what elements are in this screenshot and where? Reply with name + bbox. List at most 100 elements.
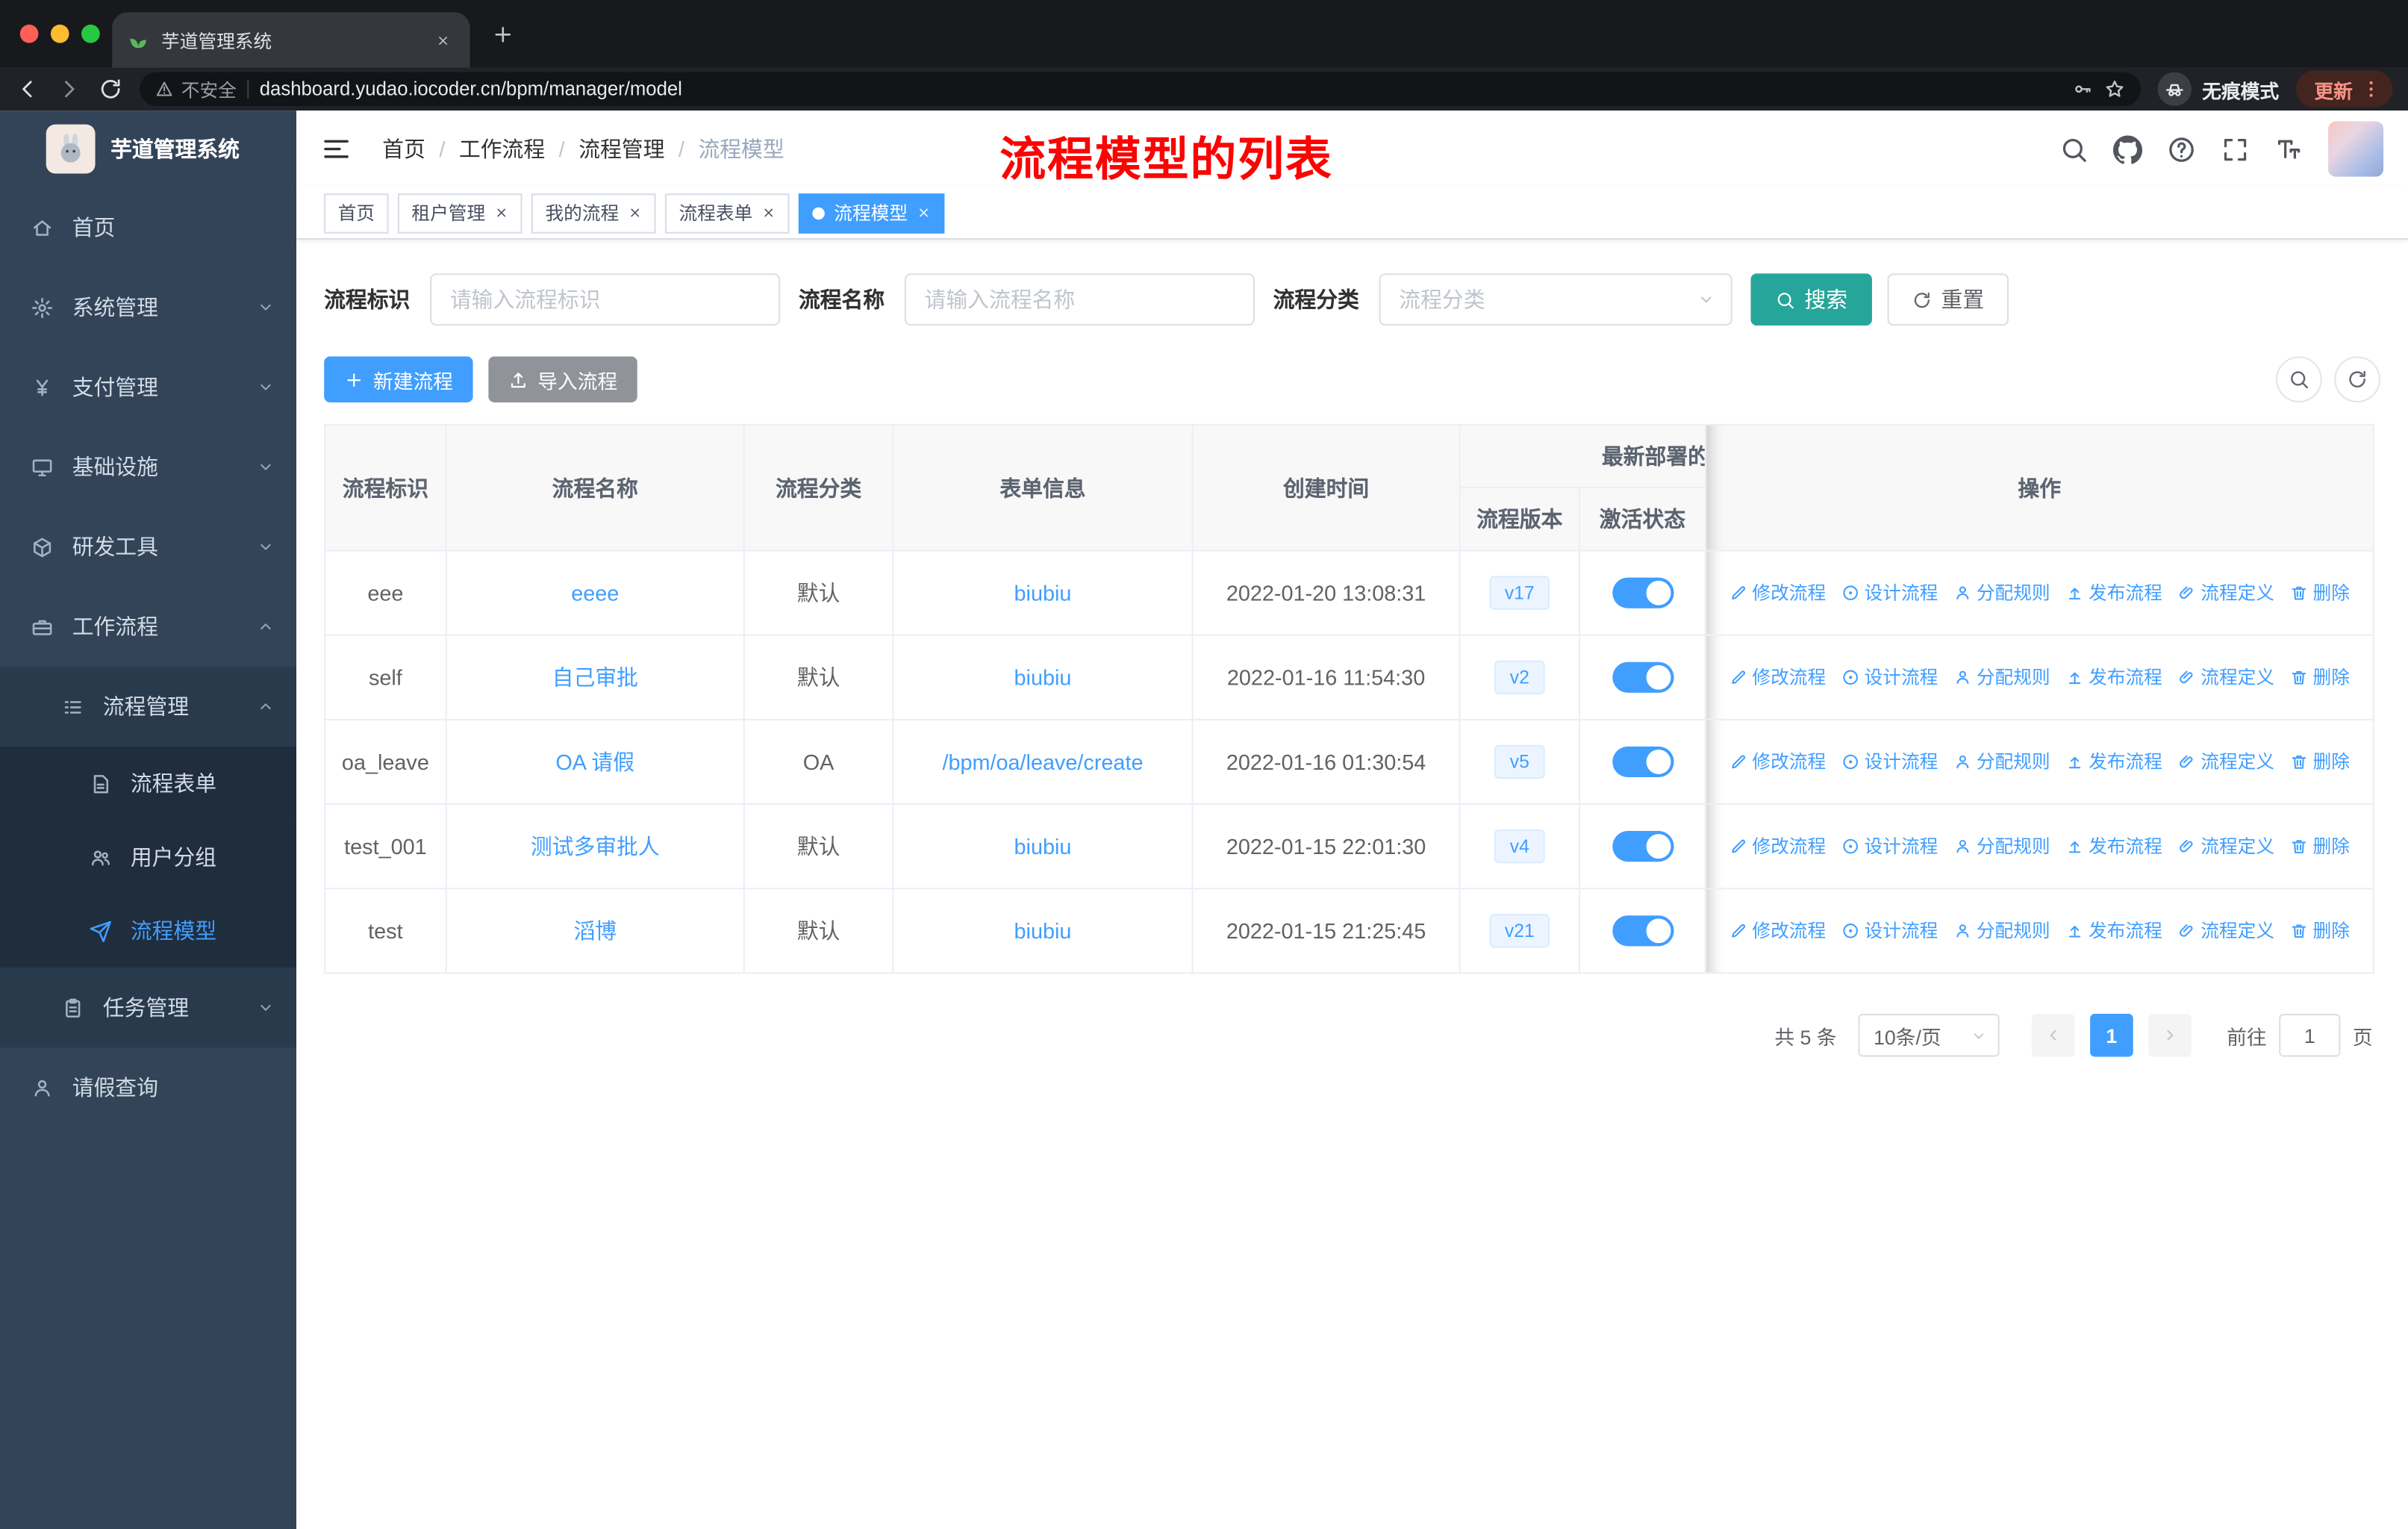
- sidebar-item-workflow[interactable]: 工作流程: [0, 587, 296, 667]
- close-window-button[interactable]: [19, 24, 39, 43]
- github-icon[interactable]: [2113, 134, 2142, 164]
- search-icon[interactable]: [2059, 134, 2089, 164]
- bookmark-star-icon[interactable]: [2104, 78, 2126, 100]
- model-name-link[interactable]: 自己审批: [552, 665, 638, 690]
- op-delete[interactable]: 删除: [2290, 918, 2350, 944]
- close-icon[interactable]: [762, 206, 776, 220]
- op-delete[interactable]: 删除: [2290, 748, 2350, 774]
- op-design-process[interactable]: 设计流程: [1841, 833, 1938, 859]
- op-publish-process[interactable]: 发布流程: [2065, 833, 2162, 859]
- sidebar-item-process-management[interactable]: 流程管理: [0, 666, 297, 747]
- op-assign-rule[interactable]: 分配规则: [1953, 918, 2050, 944]
- zoom-window-button[interactable]: [81, 24, 100, 43]
- sidebar-item-process-form[interactable]: 流程表单: [0, 746, 297, 820]
- close-icon[interactable]: [917, 206, 931, 220]
- op-design-process[interactable]: 设计流程: [1841, 579, 1938, 605]
- op-assign-rule[interactable]: 分配规则: [1953, 664, 2050, 690]
- sidebar-item-user-group[interactable]: 用户分组: [0, 820, 297, 894]
- op-design-process[interactable]: 设计流程: [1841, 748, 1938, 774]
- forward-button[interactable]: [57, 77, 81, 102]
- tag-process-model[interactable]: 流程模型: [798, 193, 945, 233]
- tab-close-icon[interactable]: [430, 28, 455, 52]
- op-publish-process[interactable]: 发布流程: [2065, 664, 2162, 690]
- op-publish-process[interactable]: 发布流程: [2065, 918, 2162, 944]
- new-tab-button[interactable]: [491, 23, 514, 46]
- op-edit-process[interactable]: 修改流程: [1729, 748, 1826, 774]
- op-process-definition[interactable]: 流程定义: [2177, 918, 2274, 944]
- op-process-definition[interactable]: 流程定义: [2177, 833, 2274, 859]
- collapse-sidebar-icon[interactable]: [321, 134, 352, 164]
- op-edit-process[interactable]: 修改流程: [1729, 918, 1826, 944]
- password-key-icon[interactable]: [2071, 78, 2093, 100]
- create-process-button[interactable]: 新建流程: [324, 356, 473, 403]
- active-toggle[interactable]: [1612, 577, 1674, 608]
- import-process-button[interactable]: 导入流程: [488, 356, 637, 403]
- version-badge[interactable]: v21: [1489, 914, 1550, 948]
- active-toggle[interactable]: [1612, 915, 1674, 947]
- op-edit-process[interactable]: 修改流程: [1729, 833, 1826, 859]
- op-publish-process[interactable]: 发布流程: [2065, 748, 2162, 774]
- tag-my-process[interactable]: 我的流程: [531, 193, 656, 233]
- sidebar-item-infrastructure[interactable]: 基础设施: [0, 427, 296, 507]
- version-badge[interactable]: v5: [1494, 744, 1545, 779]
- active-toggle[interactable]: [1612, 831, 1674, 862]
- search-button[interactable]: 搜索: [1750, 273, 1872, 326]
- sidebar-item-leave-query[interactable]: 请假查询: [0, 1047, 296, 1127]
- op-publish-process[interactable]: 发布流程: [2065, 579, 2162, 605]
- sidebar-item-payment[interactable]: 支付管理: [0, 347, 296, 427]
- version-badge[interactable]: v17: [1489, 576, 1550, 610]
- sidebar-item-task-management[interactable]: 任务管理: [0, 968, 297, 1048]
- tag-process-form[interactable]: 流程表单: [664, 193, 790, 233]
- form-link[interactable]: /bpm/oa/leave/create: [942, 750, 1143, 774]
- op-edit-process[interactable]: 修改流程: [1729, 664, 1826, 690]
- security-indicator[interactable]: 不安全: [155, 76, 237, 102]
- prev-page-button[interactable]: [2031, 1013, 2075, 1057]
- op-assign-rule[interactable]: 分配规则: [1953, 748, 2050, 774]
- op-delete[interactable]: 删除: [2290, 833, 2350, 859]
- tag-tenant[interactable]: 租户管理: [397, 193, 523, 233]
- op-design-process[interactable]: 设计流程: [1841, 918, 1938, 944]
- process-name-input[interactable]: [904, 273, 1255, 326]
- op-process-definition[interactable]: 流程定义: [2177, 579, 2274, 605]
- op-process-definition[interactable]: 流程定义: [2177, 748, 2274, 774]
- close-icon[interactable]: [495, 206, 509, 220]
- sidebar-item-home[interactable]: 首页: [0, 187, 296, 267]
- op-delete[interactable]: 删除: [2290, 579, 2350, 605]
- active-toggle[interactable]: [1612, 661, 1674, 693]
- model-name-link[interactable]: 滔博: [573, 918, 617, 943]
- breadcrumb-process-management[interactable]: 流程管理: [578, 134, 664, 164]
- fullscreen-icon[interactable]: [2221, 134, 2250, 164]
- model-name-link[interactable]: eeee: [571, 581, 619, 605]
- op-design-process[interactable]: 设计流程: [1841, 664, 1938, 690]
- op-edit-process[interactable]: 修改流程: [1729, 579, 1826, 605]
- next-page-button[interactable]: [2148, 1013, 2192, 1057]
- reload-button[interactable]: [99, 77, 123, 102]
- browser-tab[interactable]: 芋道管理系统: [112, 12, 470, 68]
- goto-page-input[interactable]: [2279, 1013, 2341, 1057]
- minimize-window-button[interactable]: [50, 24, 69, 43]
- reset-button[interactable]: 重置: [1887, 273, 2009, 326]
- version-badge[interactable]: v2: [1494, 660, 1545, 694]
- sidebar-item-devtools[interactable]: 研发工具: [0, 507, 296, 587]
- back-button[interactable]: [16, 77, 40, 102]
- op-process-definition[interactable]: 流程定义: [2177, 664, 2274, 690]
- font-size-icon[interactable]: [2274, 134, 2303, 164]
- version-badge[interactable]: v4: [1494, 829, 1545, 864]
- kebab-menu-icon[interactable]: [2360, 78, 2382, 100]
- sidebar-item-process-model[interactable]: 流程模型: [0, 894, 297, 968]
- op-assign-rule[interactable]: 分配规则: [1953, 833, 2050, 859]
- address-bar[interactable]: 不安全 dashboard.yudao.iocoder.cn/bpm/manag…: [140, 72, 2141, 106]
- refresh-table-button[interactable]: [2334, 356, 2380, 403]
- category-select[interactable]: 流程分类: [1379, 273, 1732, 326]
- breadcrumb-home[interactable]: 首页: [382, 134, 425, 164]
- model-name-link[interactable]: 测试多审批人: [531, 834, 660, 859]
- breadcrumb-workflow[interactable]: 工作流程: [459, 134, 545, 164]
- page-number-1[interactable]: 1: [2090, 1013, 2133, 1057]
- active-toggle[interactable]: [1612, 746, 1674, 778]
- form-link[interactable]: biubiu: [1014, 581, 1072, 605]
- close-icon[interactable]: [628, 206, 643, 220]
- op-delete[interactable]: 删除: [2290, 664, 2350, 690]
- op-assign-rule[interactable]: 分配规则: [1953, 579, 2050, 605]
- form-link[interactable]: biubiu: [1014, 665, 1072, 690]
- model-name-link[interactable]: OA 请假: [555, 750, 634, 774]
